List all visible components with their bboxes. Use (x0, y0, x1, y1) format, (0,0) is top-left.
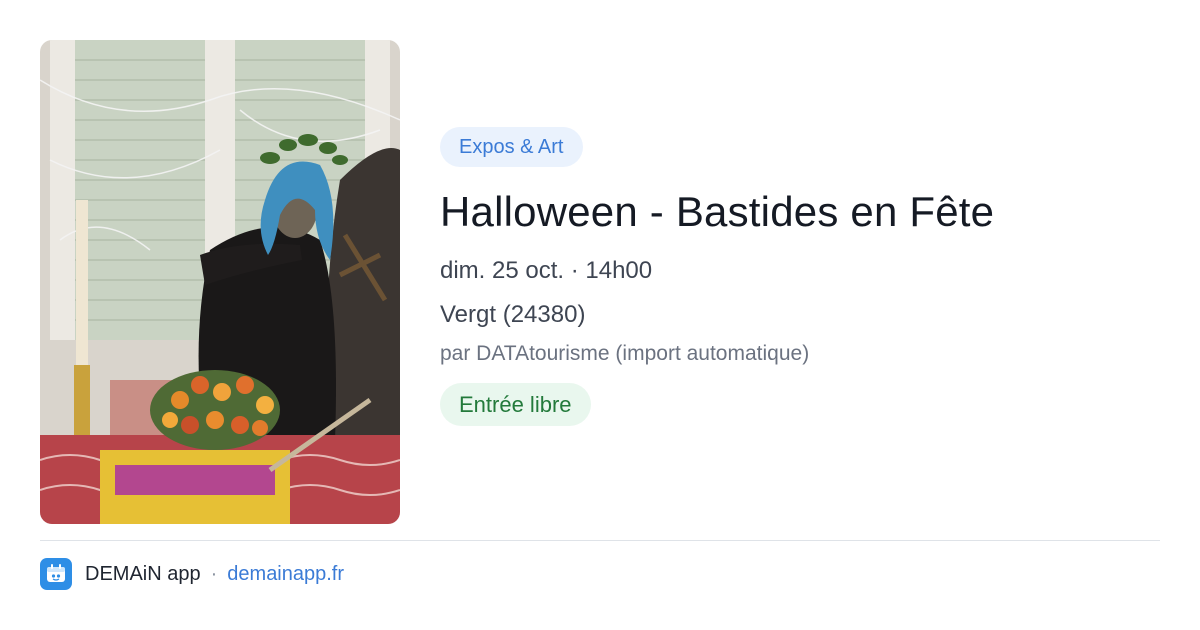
app-name: DEMAiN app (85, 562, 201, 585)
event-datetime: dim. 25 oct. · 14h00 (440, 257, 653, 284)
event-location: Vergt (24380) (440, 301, 586, 328)
event-title: Halloween - Bastides en Fête (440, 188, 995, 235)
event-organizer: par DATAtourisme (import automatique) (440, 342, 810, 365)
app-url-link[interactable]: demainapp.fr (227, 563, 344, 586)
category-tag[interactable]: Expos & Art (440, 127, 583, 167)
event-photo[interactable] (40, 40, 400, 524)
footer-divider (40, 540, 1160, 541)
price-badge: Entrée libre (440, 383, 591, 426)
event-info: Expos & Art Halloween - Bastides en Fête… (440, 127, 1160, 426)
demain-app-icon[interactable] (40, 558, 72, 590)
footer: DEMAiN app · demainapp.fr (40, 558, 344, 590)
footer-separator: · (210, 562, 218, 585)
